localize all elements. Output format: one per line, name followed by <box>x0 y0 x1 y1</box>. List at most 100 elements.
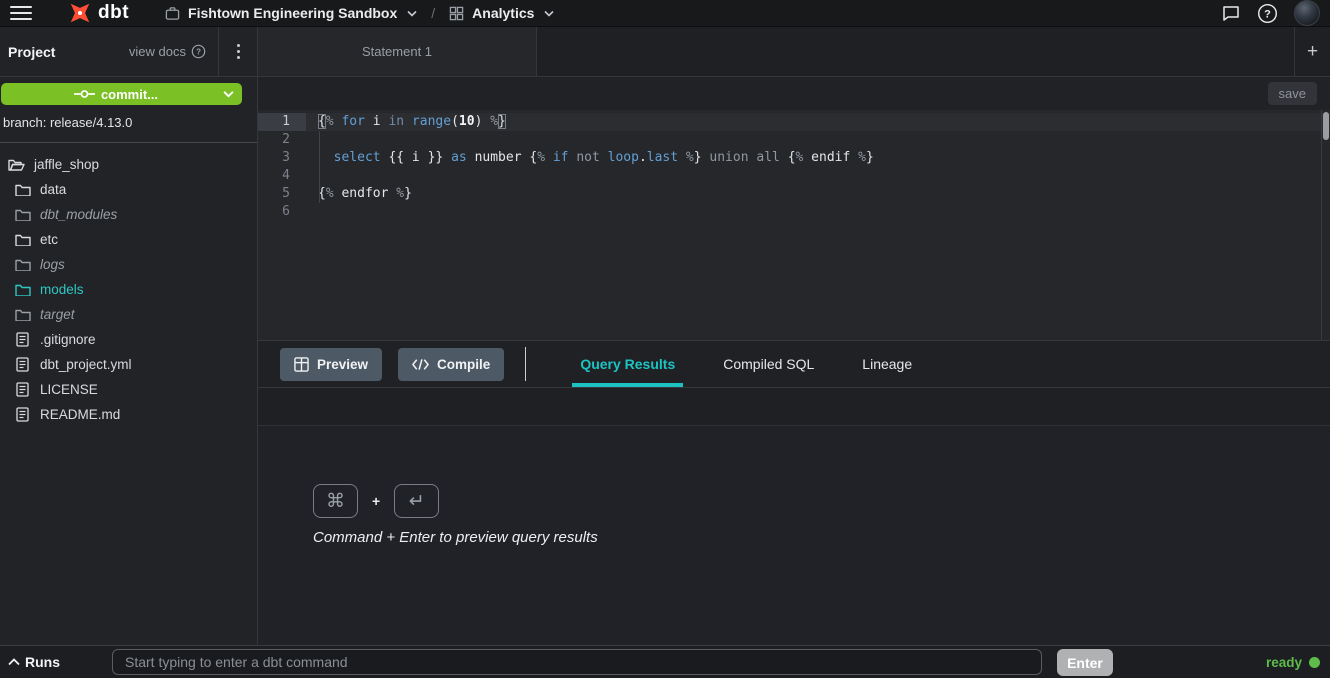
keyboard-shortcut-hint: ⌘ + ↵ <box>313 484 439 518</box>
code-editor[interactable]: 1{% for i in range(10) %}23 select {{ i … <box>258 110 1330 340</box>
tree-item-label: LICENSE <box>40 382 98 397</box>
help-circle-icon: ? <box>191 44 206 59</box>
svg-text:?: ? <box>1264 8 1271 20</box>
view-docs-label: view docs <box>129 44 186 59</box>
help-icon[interactable]: ? <box>1257 3 1278 24</box>
code-line-2[interactable]: 2 <box>258 131 1330 149</box>
tree-item-etc[interactable]: etc <box>0 227 257 252</box>
command-key-icon: ⌘ <box>313 484 358 518</box>
git-commit-icon <box>74 88 95 100</box>
folder-icon <box>15 283 31 296</box>
tree-item-label: target <box>40 307 75 322</box>
code-line-1[interactable]: 1{% for i in range(10) %} <box>258 113 1330 131</box>
scrollbar-thumb[interactable] <box>1323 112 1329 140</box>
folder-open-icon <box>8 158 25 171</box>
tree-item-dbt-project-yml[interactable]: dbt_project.yml <box>0 352 257 377</box>
results-content: ⌘ + ↵ Command + Enter to preview query r… <box>258 426 1330 645</box>
file-icon <box>16 407 29 422</box>
breadcrumb: Fishtown Engineering Sandbox / Analytics <box>165 5 554 21</box>
tree-item-label: logs <box>40 257 65 272</box>
code-line-4[interactable]: 4 <box>258 167 1330 185</box>
file-icon <box>16 357 29 372</box>
preview-label: Preview <box>317 357 368 372</box>
code-text: {% endfor %} <box>306 185 412 203</box>
editor-tab-label: Statement 1 <box>362 44 432 59</box>
code-text <box>306 203 318 221</box>
enter-key-icon: ↵ <box>394 484 439 518</box>
tree-item-readme-md[interactable]: README.md <box>0 402 257 427</box>
status-dot-icon <box>1309 657 1320 668</box>
results-header-strip <box>258 388 1330 426</box>
hamburger-menu-icon[interactable] <box>10 6 32 20</box>
table-icon <box>294 357 309 372</box>
code-text: {% for i in range(10) %} <box>306 113 506 131</box>
tree-item-label: .gitignore <box>40 332 96 347</box>
tree-item-data[interactable]: data <box>0 177 257 202</box>
plus-icon: + <box>1307 41 1318 63</box>
results-tab-lineage[interactable]: Lineage <box>854 341 920 387</box>
chevron-down-icon[interactable] <box>407 10 417 17</box>
tree-item-dbt-modules[interactable]: dbt_modules <box>0 202 257 227</box>
folder-icon <box>15 308 31 321</box>
results-toolbar: Preview Compile Query Results Compiled SQ… <box>258 340 1330 388</box>
tree-item-models[interactable]: models <box>0 277 257 302</box>
line-number: 6 <box>258 203 306 221</box>
line-number: 4 <box>258 167 306 185</box>
code-text <box>306 131 318 149</box>
user-avatar[interactable] <box>1294 0 1320 26</box>
runs-toggle[interactable]: Runs <box>8 646 60 678</box>
line-number: 2 <box>258 131 306 149</box>
topbar: dbt Fishtown Engineering Sandbox / Analy… <box>0 0 1330 27</box>
save-button[interactable]: save <box>1268 82 1317 105</box>
tree-item-label: dbt_project.yml <box>40 357 132 372</box>
chevron-up-icon <box>8 658 20 666</box>
results-tab-compiled-sql[interactable]: Compiled SQL <box>715 341 822 387</box>
preview-button[interactable]: Preview <box>280 348 382 381</box>
account-name[interactable]: Fishtown Engineering Sandbox <box>188 5 397 21</box>
commit-button[interactable]: commit... <box>1 83 242 105</box>
compile-button[interactable]: Compile <box>398 348 504 381</box>
file-icon <box>16 332 29 347</box>
tree-item-logs[interactable]: logs <box>0 252 257 277</box>
bottombar: Runs Enter ready <box>0 645 1330 678</box>
code-text <box>306 167 318 185</box>
editor-scrollbar[interactable] <box>1321 110 1330 340</box>
editor-column: Statement 1 + save 1{% for i in range(10… <box>258 27 1330 645</box>
chevron-down-icon[interactable] <box>223 90 234 98</box>
folder-icon <box>15 183 31 196</box>
tree-item-target[interactable]: target <box>0 302 257 327</box>
divider <box>525 347 526 381</box>
kebab-icon <box>237 44 240 59</box>
view-docs-button[interactable]: view docs ? <box>117 27 218 76</box>
results-tab-query-results[interactable]: Query Results <box>572 341 683 387</box>
commit-label: commit... <box>101 87 158 102</box>
code-lines: 1{% for i in range(10) %}23 select {{ i … <box>258 113 1330 221</box>
new-tab-button[interactable]: + <box>1294 27 1330 76</box>
folder-icon <box>15 208 31 221</box>
sidebar-menu-button[interactable] <box>219 27 257 76</box>
main-area: Project view docs ? <box>0 27 1330 645</box>
dbt-logo[interactable]: dbt <box>68 1 129 25</box>
tree-item-jaffle-shop[interactable]: jaffle_shop <box>0 152 257 177</box>
editor-toolbar: save <box>258 77 1330 110</box>
code-line-5[interactable]: 5{% endfor %} <box>258 185 1330 203</box>
dbt-cloud-ide: dbt Fishtown Engineering Sandbox / Analy… <box>0 0 1330 678</box>
code-line-6[interactable]: 6 <box>258 203 1330 221</box>
dbt-command-input[interactable] <box>112 649 1042 675</box>
tree-item-label: jaffle_shop <box>34 157 99 172</box>
briefcase-icon <box>165 6 180 21</box>
code-line-3[interactable]: 3 select {{ i }} as number {% if not loo… <box>258 149 1330 167</box>
tree-item-license[interactable]: LICENSE <box>0 377 257 402</box>
chat-icon[interactable] <box>1221 3 1241 23</box>
editor-tab-statement-1[interactable]: Statement 1 <box>258 27 537 76</box>
breadcrumb-separator: / <box>431 5 435 21</box>
project-name[interactable]: Analytics <box>472 5 534 21</box>
code-icon <box>412 358 429 371</box>
results-tabs: Query Results Compiled SQL Lineage <box>556 341 936 387</box>
tree-item-label: models <box>40 282 84 297</box>
enter-button[interactable]: Enter <box>1057 649 1113 676</box>
tree-item--gitignore[interactable]: .gitignore <box>0 327 257 352</box>
file-icon <box>16 382 29 397</box>
chevron-down-icon[interactable] <box>544 10 554 17</box>
file-tree: jaffle_shopdatadbt_modulesetc logs models t… <box>0 143 257 645</box>
